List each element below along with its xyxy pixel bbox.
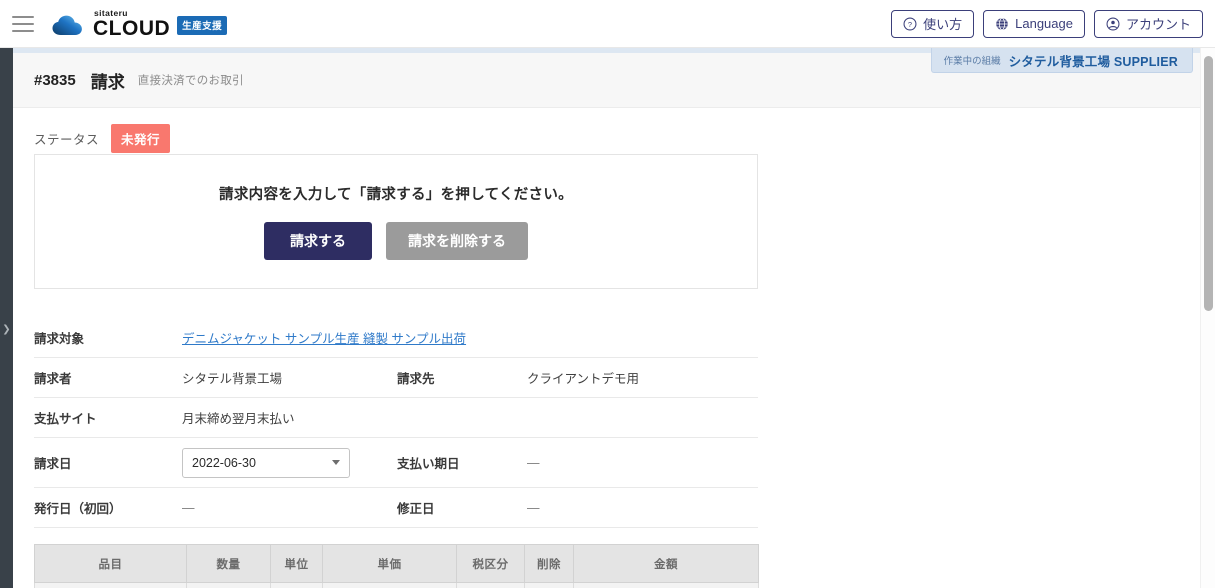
detail-label-due-date: 支払い期日 (397, 457, 460, 471)
cell-unit-price (322, 582, 457, 588)
question-circle-icon: ? (903, 17, 917, 30)
status-row: ステータス 未発行 (34, 108, 1215, 154)
table-row (34, 582, 759, 588)
hamburger-line (12, 22, 34, 25)
app-logo[interactable]: sitateru CLOUD 生産支援 (52, 9, 228, 40)
cell-tax-type (456, 582, 525, 588)
cloud-icon (52, 15, 82, 35)
cell-delete (524, 582, 574, 588)
detail-label-revised-date: 修正日 (397, 502, 435, 516)
account-button-label: アカウント (1125, 17, 1191, 32)
detail-value-biller: シタテル背景工場 (182, 372, 283, 386)
account-button[interactable]: アカウント (1093, 9, 1203, 38)
logo-wordmark: sitateru CLOUD (93, 9, 171, 40)
invoice-date-value: 2022-06-30 (192, 455, 256, 470)
status-badge: 未発行 (111, 123, 171, 153)
page-content: ステータス 未発行 請求内容を入力して「請求する」を押してください。 請求する … (13, 108, 1215, 588)
cell-unit (270, 582, 323, 588)
current-organization-banner: 作業中の組織 シタテル背景工場 SUPPLIER (930, 48, 1193, 73)
invoice-date-select[interactable]: 2022-06-30 (182, 447, 350, 478)
detail-label-billed-to: 請求先 (397, 372, 435, 386)
help-button-label: 使い方 (923, 17, 963, 32)
action-card-message: 請求内容を入力して「請求する」を押してください。 (219, 187, 573, 203)
page-subtitle: 直接決済でのお取引 (137, 75, 244, 87)
scrollbar-thumb[interactable] (1204, 56, 1213, 311)
detail-label-issue-date: 発行日（初回） (34, 502, 122, 516)
hamburger-icon[interactable] (12, 15, 34, 32)
detail-value-billed-to: クライアントデモ用 (527, 372, 640, 386)
delete-invoice-button[interactable]: 請求を削除する (386, 222, 528, 260)
detail-label-invoice-date: 請求日 (34, 457, 72, 471)
detail-value-due-date: — (527, 455, 540, 470)
cell-quantity (186, 582, 271, 588)
column-header-amount: 金額 (573, 544, 759, 583)
detail-row-invoice-date: 請求日 2022-06-30 支払い期日 — (34, 438, 758, 488)
column-header-quantity: 数量 (186, 544, 271, 583)
logo-brand-main: CLOUD (93, 16, 171, 40)
detail-row-issue-date: 発行日（初回） — 修正日 — (34, 488, 758, 528)
vertical-scrollbar[interactable] (1200, 48, 1215, 588)
detail-value-revised-date: — (527, 500, 540, 515)
action-card: 請求内容を入力して「請求する」を押してください。 請求する 請求を削除する (34, 154, 758, 289)
detail-row-target: 請求対象 デニムジャケット サンプル生産 縫製 サンプル出荷 (34, 318, 758, 358)
items-table-header-row: 品目 数量 単位 単価 税区分 削除 金額 (34, 544, 759, 583)
action-card-buttons: 請求する 請求を削除する (35, 222, 757, 260)
hamburger-line (12, 29, 34, 32)
detail-row-parties: 請求者 シタテル背景工場 請求先 クライアントデモ用 (34, 358, 758, 398)
main-canvas: #3835 請求 直接決済でのお取引 ステータス 未発行 請求内容を入力して「請… (13, 48, 1215, 588)
logo-badge: 生産支援 (177, 15, 228, 35)
org-banner-label: 作業中の組織 (943, 56, 1001, 67)
chevron-right-icon[interactable]: ❯ (0, 320, 13, 338)
invoice-detail-list: 請求対象 デニムジャケット サンプル生産 縫製 サンプル出荷 請求者 シタテル背… (34, 318, 758, 528)
header-actions: ? 使い方 Language アカウント (891, 9, 1203, 38)
column-header-delete: 削除 (524, 544, 574, 583)
page-id: #3835 (34, 71, 76, 89)
cell-amount (573, 582, 759, 588)
detail-value-issue-date: — (182, 500, 195, 515)
detail-value-payment-site: 月末締め翌月末払い (182, 412, 295, 426)
hamburger-line (12, 15, 34, 18)
collapsed-sidebar: ❯ (0, 48, 13, 588)
detail-label-target: 請求対象 (34, 332, 85, 346)
user-circle-icon (1106, 17, 1120, 30)
detail-label-biller: 請求者 (34, 372, 72, 386)
top-header-bar: sitateru CLOUD 生産支援 ? 使い方 Language アカウント (0, 0, 1215, 48)
language-button[interactable]: Language (983, 9, 1085, 38)
submit-invoice-button[interactable]: 請求する (264, 222, 372, 260)
invoice-target-link[interactable]: デニムジャケット サンプル生産 縫製 サンプル出荷 (182, 328, 466, 347)
help-button[interactable]: ? 使い方 (891, 9, 975, 38)
page-title: 請求 (90, 72, 125, 92)
invoice-items-table: 品目 数量 単位 単価 税区分 削除 金額 (34, 544, 759, 588)
detail-row-payment-site: 支払サイト 月末締め翌月末払い (34, 398, 758, 438)
status-label: ステータス (34, 132, 100, 147)
svg-text:?: ? (908, 19, 912, 28)
column-header-unit: 単位 (270, 544, 323, 583)
cell-item (34, 582, 187, 588)
detail-label-payment-site: 支払サイト (34, 412, 97, 426)
column-header-tax-type: 税区分 (456, 544, 525, 583)
chevron-down-icon (332, 460, 340, 465)
column-header-item: 品目 (34, 544, 187, 583)
org-banner-name: シタテル背景工場 SUPPLIER (1008, 54, 1178, 69)
language-button-label: Language (1015, 16, 1073, 31)
globe-icon (996, 17, 1008, 30)
invoice-date-wrapper: 2022-06-30 (182, 447, 397, 478)
column-header-unit-price: 単価 (322, 544, 457, 583)
